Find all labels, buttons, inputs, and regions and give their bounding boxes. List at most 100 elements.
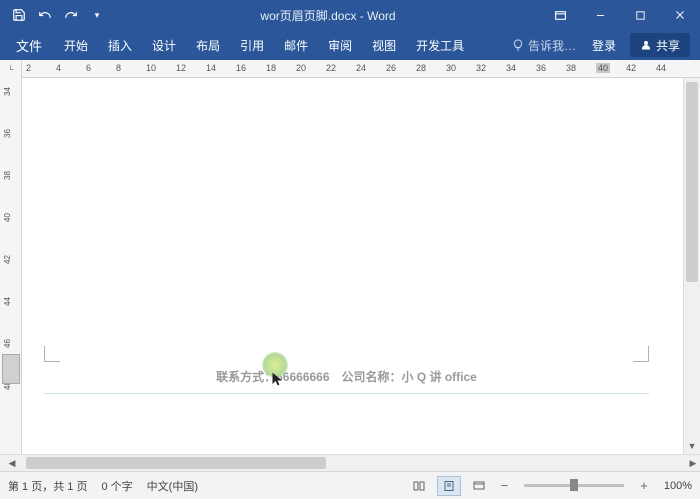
ruler-mark: 32 [476, 63, 486, 73]
tab-developer[interactable]: 开发工具 [406, 30, 474, 60]
minimize-button[interactable] [580, 0, 620, 30]
ruler-mark: 20 [296, 63, 306, 73]
ruler-mark: 16 [236, 63, 246, 73]
ruler-mark: 42 [3, 255, 12, 264]
ruler-mark: 12 [176, 63, 186, 73]
vertical-scroll-thumb[interactable] [686, 82, 698, 282]
ruler-mark: 44 [656, 63, 666, 73]
scroll-left-arrow[interactable]: ◀ [4, 455, 20, 471]
read-mode-icon [412, 480, 426, 492]
ribbon-display-button[interactable] [540, 0, 580, 30]
tab-home[interactable]: 开始 [54, 30, 98, 60]
window-controls [540, 0, 700, 30]
ruler-mark: 38 [3, 171, 12, 180]
ribbon-box-icon [554, 9, 567, 22]
share-label: 共享 [656, 37, 680, 54]
title-bar: ▾ wor页眉页脚.docx - Word [0, 0, 700, 30]
ruler-corner: └ [0, 60, 22, 78]
ruler-mark: 34 [506, 63, 516, 73]
ruler-mark: 44 [3, 297, 12, 306]
status-page[interactable]: 第 1 页，共 1 页 [8, 478, 87, 494]
document-title: wor页眉页脚.docx - Word [116, 7, 540, 24]
tab-review[interactable]: 审阅 [318, 30, 362, 60]
status-word-count[interactable]: 0 个字 [101, 478, 132, 494]
ruler-mark: 36 [536, 63, 546, 73]
redo-button[interactable] [60, 4, 82, 26]
maximize-button[interactable] [620, 0, 660, 30]
page-footer[interactable]: 联系方式：66666666 公司名称：小 Q 讲 office [44, 362, 649, 394]
web-layout-icon [472, 480, 486, 492]
ruler-mark: 24 [356, 63, 366, 73]
share-button[interactable]: 共享 [630, 33, 690, 57]
close-icon [674, 9, 686, 21]
zoom-slider-knob[interactable] [570, 479, 578, 491]
ruler-mark: 4 [56, 63, 61, 73]
tab-references[interactable]: 引用 [230, 30, 274, 60]
ribbon-tabs: 文件 开始 插入 设计 布局 引用 邮件 审阅 视图 开发工具 告诉我… 登录 … [0, 30, 700, 60]
ruler-mark: 28 [416, 63, 426, 73]
ruler-mark: 6 [86, 63, 91, 73]
save-button[interactable] [8, 4, 30, 26]
print-layout-icon [442, 480, 456, 492]
tab-layout[interactable]: 布局 [186, 30, 230, 60]
tell-me-search[interactable]: 告诉我… [504, 37, 584, 54]
view-print-layout[interactable] [437, 476, 461, 496]
horizontal-ruler[interactable]: └ 24681012141618202224262830323436384042… [0, 60, 700, 78]
footer-corner-right [633, 346, 649, 362]
horizontal-scrollbar-row: ◀ ▶ [0, 454, 700, 471]
tab-insert[interactable]: 插入 [98, 30, 142, 60]
ruler-mark: 26 [386, 63, 396, 73]
page: 联系方式：66666666 公司名称：小 Q 讲 office [34, 78, 659, 454]
horizontal-scroll-thumb[interactable] [26, 457, 326, 469]
cursor-icon [270, 370, 285, 388]
undo-button[interactable] [34, 4, 56, 26]
ruler-mark: 34 [3, 87, 12, 96]
ruler-mark: 40 [3, 213, 12, 222]
login-link[interactable]: 登录 [584, 37, 624, 54]
footer-separator [44, 393, 649, 394]
tab-view[interactable]: 视图 [362, 30, 406, 60]
tab-design[interactable]: 设计 [142, 30, 186, 60]
status-bar: 第 1 页，共 1 页 0 个字 中文(中国) − + 100% [0, 471, 700, 499]
redo-icon [64, 8, 78, 22]
zoom-slider[interactable] [524, 484, 624, 487]
vertical-scrollbar[interactable]: ▲ ▼ [683, 78, 700, 454]
ruler-mark: 30 [446, 63, 456, 73]
ruler-mark: 8 [116, 63, 121, 73]
undo-icon [38, 8, 52, 22]
work-area: 3436384042444648 联系方式：66666666 公司名称：小 Q … [0, 78, 700, 454]
tab-file[interactable]: 文件 [4, 30, 54, 60]
view-web-layout[interactable] [467, 476, 491, 496]
minimize-icon [595, 10, 606, 21]
tab-mailings[interactable]: 邮件 [274, 30, 318, 60]
footer-corner-left [44, 346, 60, 362]
ruler-mark: 10 [146, 63, 156, 73]
footer-text: 联系方式：66666666 公司名称：小 Q 讲 office [44, 362, 649, 391]
ruler-mark: 2 [26, 63, 31, 73]
ruler-mark: 46 [3, 339, 12, 348]
tell-me-label: 告诉我… [528, 37, 576, 54]
ruler-mark: 42 [626, 63, 636, 73]
ruler-mark: 14 [206, 63, 216, 73]
document-canvas[interactable]: 联系方式：66666666 公司名称：小 Q 讲 office [22, 78, 683, 454]
scroll-down-arrow[interactable]: ▼ [684, 438, 700, 454]
qat-more-button[interactable]: ▾ [86, 4, 108, 26]
close-button[interactable] [660, 0, 700, 30]
lightbulb-icon [512, 39, 524, 51]
zoom-level[interactable]: 100% [664, 480, 692, 492]
ruler-mark: 40 [596, 63, 610, 73]
ruler-mark: 18 [266, 63, 276, 73]
ruler-mark: 22 [326, 63, 336, 73]
zoom-out-button[interactable]: − [497, 478, 513, 493]
maximize-icon [635, 10, 646, 21]
zoom-in-button[interactable]: + [636, 478, 652, 493]
horizontal-scrollbar[interactable]: ◀ ▶ [22, 455, 683, 471]
ruler-margin-handle[interactable] [2, 354, 20, 384]
view-read-mode[interactable] [407, 476, 431, 496]
status-language[interactable]: 中文(中国) [147, 478, 198, 494]
share-person-icon [640, 39, 652, 51]
vertical-ruler[interactable]: 3436384042444648 [0, 78, 22, 454]
save-icon [12, 8, 26, 22]
scroll-right-arrow[interactable]: ▶ [685, 455, 700, 471]
ruler-mark: 38 [566, 63, 576, 73]
